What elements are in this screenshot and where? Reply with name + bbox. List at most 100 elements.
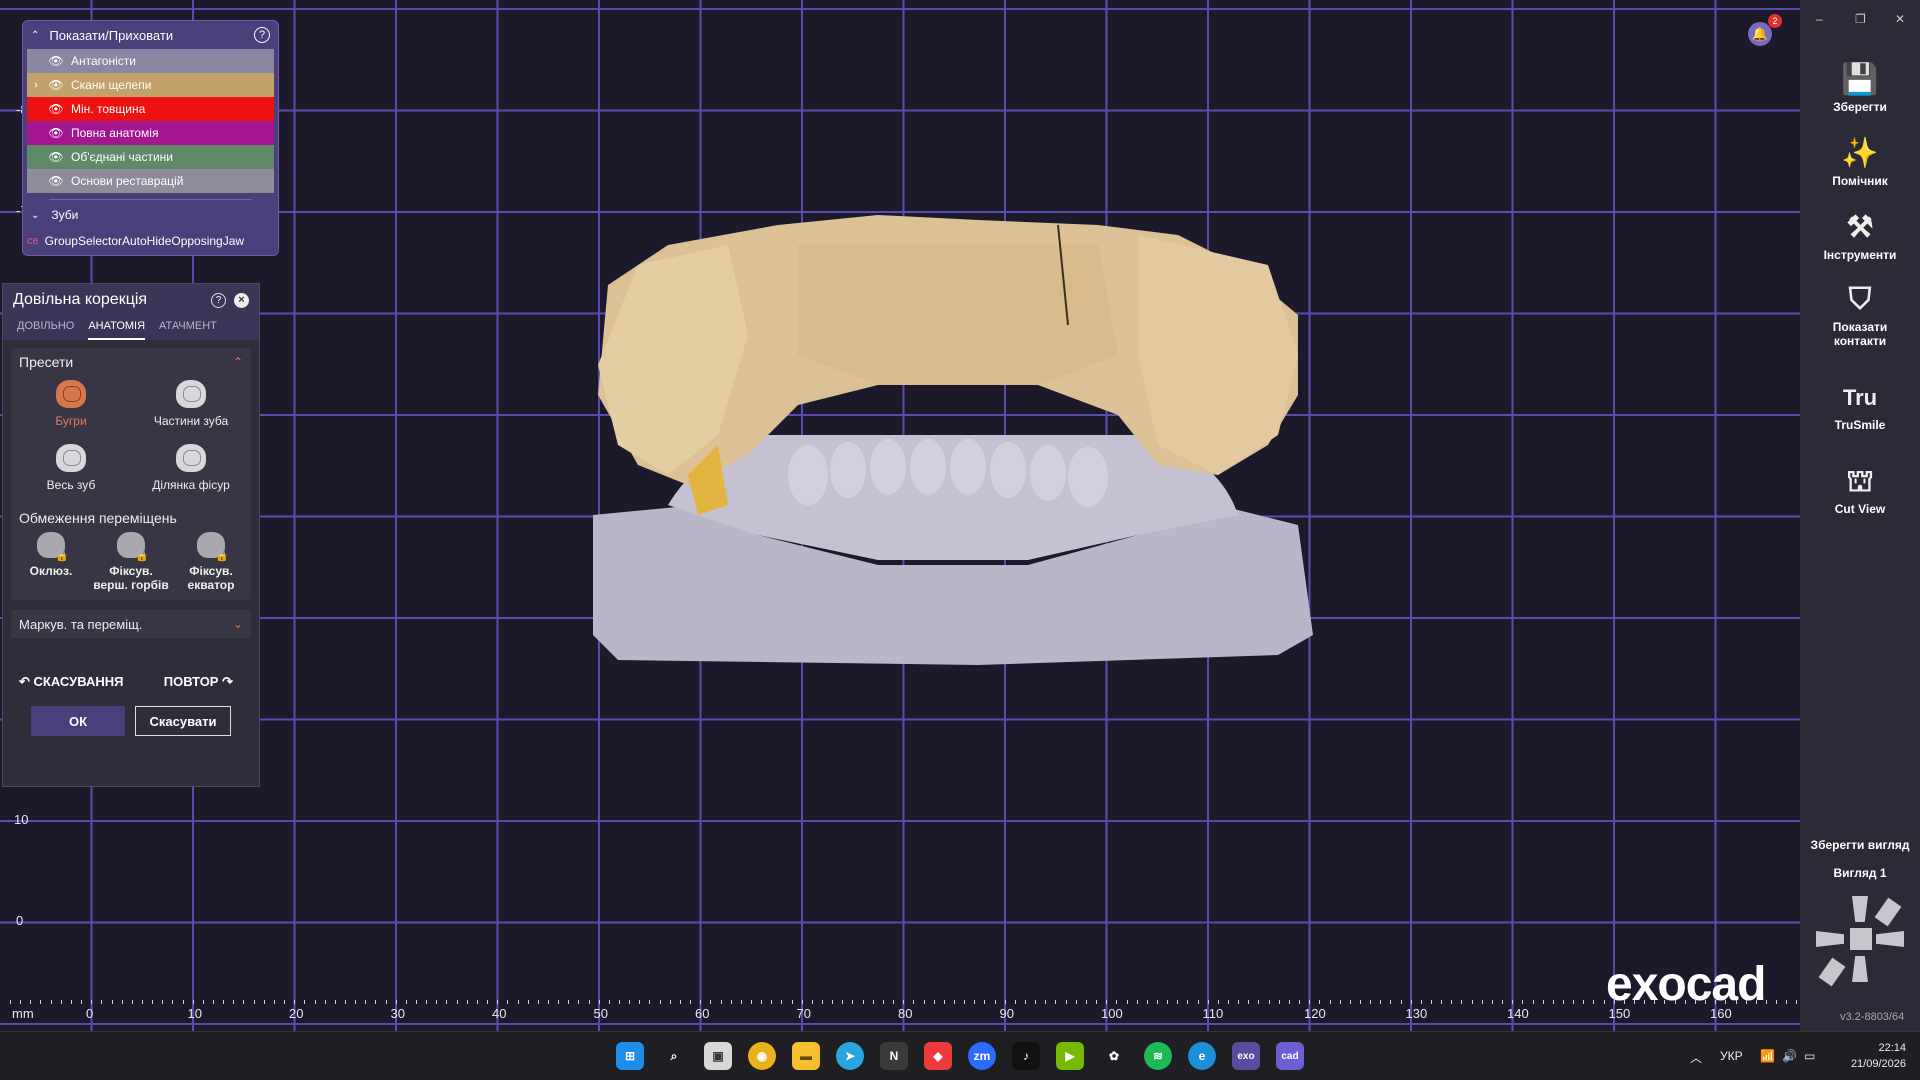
tab-attachment[interactable]: АТАЧМЕНТ (159, 316, 217, 340)
preset-tooth-parts[interactable]: Частини зуба (131, 380, 251, 436)
view-bottom-face[interactable] (1852, 956, 1868, 982)
exo-app-icon[interactable]: exo (1232, 1042, 1260, 1070)
close-icon[interactable]: × (234, 292, 249, 308)
telegram-icon[interactable]: ➤ (836, 1042, 864, 1070)
save-button[interactable]: 💾 Зберегти (1800, 60, 1920, 114)
windows-start-icon[interactable]: ⊞ (616, 1042, 644, 1070)
tiktok-icon[interactable]: ♪ (1012, 1042, 1040, 1070)
notification-bell-icon[interactable]: 🔔 (1748, 22, 1772, 46)
constraint-fix-equator[interactable]: Фіксув. екватор (171, 532, 251, 592)
nvidia-icon[interactable]: ▶ (1056, 1042, 1084, 1070)
ok-button[interactable]: ОК (31, 706, 125, 736)
task-view-icon[interactable]: ▣ (704, 1042, 732, 1070)
preset-whole-tooth[interactable]: Весь зуб (11, 444, 131, 500)
layer-row[interactable]: 👁 Повна анатомія (27, 121, 274, 145)
visibility-eye-icon[interactable]: 👁 (45, 54, 67, 68)
visibility-eye-icon[interactable]: 👁 (45, 174, 67, 188)
view-corner-bl[interactable] (1818, 957, 1846, 987)
teeth-group-label: Зуби (51, 208, 79, 222)
chevron-down-icon[interactable]: ⌄ (233, 617, 243, 631)
ruler-tick (1502, 1000, 1504, 1004)
ruler-tick (791, 1000, 793, 1004)
presets-header[interactable]: Пресети ⌃ (11, 348, 251, 376)
visibility-eye-icon[interactable]: 👁 (45, 78, 67, 92)
ruler-tick (162, 1000, 164, 1004)
show-contacts-button[interactable]: ⛉ Показати контакти (1800, 280, 1920, 348)
tray-chevron-icon[interactable]: ︿ (1690, 1049, 1702, 1066)
save-view-button[interactable]: Зберегти вигляд (1800, 838, 1920, 852)
tab-free[interactable]: ДОВІЛЬНО (17, 316, 74, 340)
layer-row[interactable]: 👁 Антагоністи (27, 49, 274, 73)
chevron-down-icon[interactable]: ⌄ (31, 210, 39, 221)
spotify-icon[interactable]: ≋ (1144, 1042, 1172, 1070)
ruler-tick (243, 1000, 245, 1004)
assistant-button[interactable]: ✨ Помічник (1800, 134, 1920, 188)
chevron-up-icon[interactable]: ⌃ (31, 30, 39, 41)
notification-count-badge: 2 (1768, 14, 1782, 28)
anydesk-icon[interactable]: ◆ (924, 1042, 952, 1070)
notion-icon[interactable]: N (880, 1042, 908, 1070)
ruler-tick (598, 1000, 600, 1004)
ruler-tick (964, 1000, 966, 1004)
layers-panel-header[interactable]: ⌃ Показати/Приховати ? (23, 21, 278, 49)
ruler-tick (101, 1000, 103, 1004)
help-icon[interactable]: ? (254, 27, 270, 43)
dental-model[interactable] (578, 205, 1323, 670)
restore-icon[interactable]: ❐ (1855, 12, 1866, 26)
chevron-up-icon[interactable]: ⌃ (233, 355, 243, 369)
preset-cusps[interactable]: Бугри (11, 380, 131, 436)
constraint-occlusion[interactable]: Оклюз. (11, 532, 91, 592)
chrome-icon[interactable]: ◉ (748, 1042, 776, 1070)
chatgpt-icon[interactable]: ✿ (1100, 1042, 1128, 1070)
group-selector-row[interactable]: ce GroupSelectorAutoHideOpposingJaw (23, 226, 278, 256)
layer-row[interactable]: 👁 Основи реставрацій (27, 169, 274, 193)
tools-button[interactable]: ⚒ Інструменти (1800, 208, 1920, 262)
trusmile-button[interactable]: Tru TruSmile (1800, 378, 1920, 432)
constraint-fix-cusp-tips[interactable]: Фіксув. верш. горбів (91, 532, 171, 592)
undo-button[interactable]: ↶ СКАСУВАННЯ (19, 674, 123, 690)
view-front-face[interactable] (1850, 928, 1872, 950)
view-left-face[interactable] (1816, 931, 1844, 947)
battery-icon[interactable]: ▭ (1804, 1049, 1815, 1063)
volume-icon[interactable]: 🔊 (1782, 1049, 1797, 1063)
preset-fissure-area[interactable]: Ділянка фісур (131, 444, 251, 500)
ruler-tick (517, 1000, 519, 1004)
close-window-icon[interactable]: ✕ (1895, 12, 1905, 26)
contacts-icon: ⛉ (1848, 283, 1872, 316)
visibility-eye-icon[interactable]: 👁 (45, 126, 67, 140)
minimize-icon[interactable]: – (1816, 12, 1823, 26)
cut-view-button[interactable]: ⛫ Cut View (1800, 462, 1920, 516)
cad-app-icon[interactable]: cad (1276, 1042, 1304, 1070)
view-orientation-cube[interactable] (1812, 896, 1908, 1002)
layer-row[interactable]: 👁 Мін. товщина (27, 97, 274, 121)
zoom-icon[interactable]: zm (968, 1042, 996, 1070)
expand-arrow-icon[interactable]: › (27, 79, 45, 91)
layer-row[interactable]: 👁 Об'єднані частини (27, 145, 274, 169)
view-corner-tr[interactable] (1874, 897, 1902, 927)
search-icon[interactable]: ⌕ (660, 1042, 688, 1070)
ruler-tick (801, 1000, 803, 1004)
language-indicator[interactable]: УКР (1720, 1049, 1743, 1063)
file-explorer-icon[interactable]: ▬ (792, 1042, 820, 1070)
mark-move-section[interactable]: Маркув. та переміщ. ⌄ (11, 610, 251, 638)
ruler-tick (568, 1000, 570, 1004)
teeth-group[interactable]: ⌄ Зуби (23, 204, 278, 226)
redo-button[interactable]: ПОВТОР ↷ (164, 674, 233, 690)
help-icon[interactable]: ? (211, 292, 226, 308)
layer-row[interactable]: › 👁 Скани щелепи (27, 73, 274, 97)
view-top-face[interactable] (1852, 896, 1868, 922)
cut-view-label: Cut View (1834, 502, 1886, 516)
edge-icon[interactable]: e (1188, 1042, 1216, 1070)
visibility-eye-icon[interactable]: 👁 (45, 150, 67, 164)
view-1-button[interactable]: Вигляд 1 (1800, 866, 1920, 880)
view-right-face[interactable] (1876, 931, 1904, 947)
clock[interactable]: 22:14 21/09/2026 (1836, 1040, 1906, 1072)
ruler-tick (1207, 1000, 1209, 1004)
cancel-button[interactable]: Скасувати (135, 706, 231, 736)
tab-anatomy[interactable]: АНАТОМІЯ (88, 316, 146, 340)
preset-label: Бугри (55, 414, 87, 428)
ruler-tick (1238, 1000, 1240, 1004)
layers-panel: ⌃ Показати/Приховати ? 👁 Антагоністи › 👁 Ска… (22, 20, 279, 256)
visibility-eye-icon[interactable]: 👁 (45, 102, 67, 116)
wifi-icon[interactable]: 📶 (1760, 1049, 1775, 1063)
